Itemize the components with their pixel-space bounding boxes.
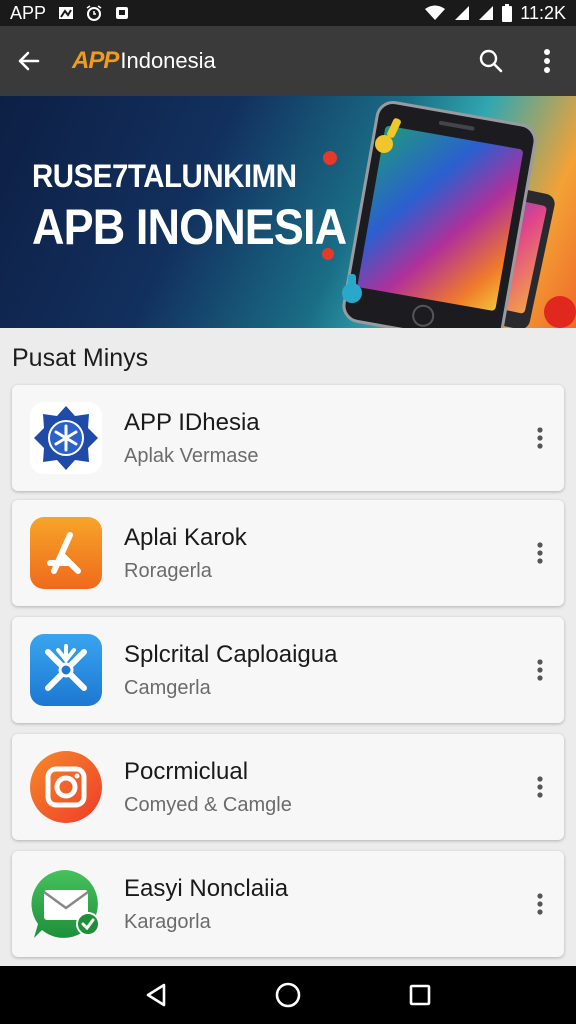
app-more-button[interactable] <box>530 770 550 804</box>
status-bar: APP 11:2K <box>0 0 576 26</box>
image-icon <box>59 7 74 19</box>
nav-home-button[interactable] <box>266 973 310 1017</box>
tools-icon <box>30 634 102 706</box>
app-title: Splcrital Caploaigua <box>124 640 338 668</box>
app-subtitle: Aplak Vermase <box>124 444 259 467</box>
notification-icon <box>116 7 129 19</box>
nav-back-button[interactable] <box>134 973 178 1017</box>
more-vert-icon <box>544 49 550 73</box>
more-vert-icon <box>537 776 543 798</box>
alarm-icon <box>86 5 102 21</box>
app-card[interactable]: APP IDhesia Aplak Vermase <box>12 385 564 491</box>
more-vert-icon <box>537 893 543 915</box>
search-button[interactable] <box>476 46 506 76</box>
back-triangle-icon <box>146 983 166 1007</box>
app-logo: APP Indonesia <box>72 47 216 75</box>
app-more-button[interactable] <box>530 887 550 921</box>
logo-name: Indonesia <box>120 48 216 73</box>
promo-banner[interactable]: RUSE7TALUNKIMN APB INONESIA <box>0 96 576 328</box>
overflow-menu-button[interactable] <box>532 46 562 76</box>
app-card[interactable]: Aplai Karok Roragerla <box>12 500 564 606</box>
clock-label: 11:2K <box>520 2 566 23</box>
app-card[interactable]: Easyi Nonclaiia Karagorla <box>12 851 564 957</box>
home-circle-icon <box>275 982 301 1008</box>
banner-title: APB INONESIA <box>32 199 347 255</box>
app-title: Aplai Karok <box>124 523 247 551</box>
camera-icon <box>30 751 102 823</box>
more-vert-icon <box>537 542 543 564</box>
app-card[interactable]: Splcrital Caploaigua Camgerla <box>12 617 564 723</box>
banner-headline: RUSE7TALUNKIMN <box>32 158 297 194</box>
app-more-button[interactable] <box>530 653 550 687</box>
logo-mark: APP <box>72 47 119 74</box>
section-title: Pusat Minys <box>12 344 149 372</box>
app-subtitle: Comyed & Camgle <box>124 793 292 816</box>
mail-check-icon <box>31 869 100 938</box>
signal-icon <box>479 6 494 20</box>
back-button[interactable] <box>14 46 44 76</box>
snowflake-badge-icon <box>30 402 102 474</box>
back-arrow-icon <box>18 51 40 71</box>
app-more-button[interactable] <box>530 536 550 570</box>
system-nav-bar <box>0 966 576 1024</box>
app-card[interactable]: Pocrmiclual Comyed & Camgle <box>12 734 564 840</box>
search-icon <box>479 49 503 73</box>
wifi-icon <box>425 5 446 20</box>
app-store-a-icon <box>30 517 102 589</box>
recents-square-icon <box>409 984 431 1006</box>
app-subtitle: Roragerla <box>124 559 212 582</box>
app-title: Pocrmiclual <box>124 757 249 785</box>
app-subtitle: Camgerla <box>124 676 211 699</box>
app-title: Easyi Nonclaiia <box>124 874 289 902</box>
more-vert-icon <box>537 659 543 681</box>
nav-recents-button[interactable] <box>398 973 442 1017</box>
app-title: APP IDhesia <box>124 408 260 436</box>
app-more-button[interactable] <box>530 421 550 455</box>
signal-icon <box>455 6 470 20</box>
app-bar: APP Indonesia <box>0 26 576 96</box>
app-subtitle: Karagorla <box>124 910 211 933</box>
more-vert-icon <box>537 427 543 449</box>
battery-icon <box>502 4 513 22</box>
carrier-label: APP <box>10 2 47 23</box>
